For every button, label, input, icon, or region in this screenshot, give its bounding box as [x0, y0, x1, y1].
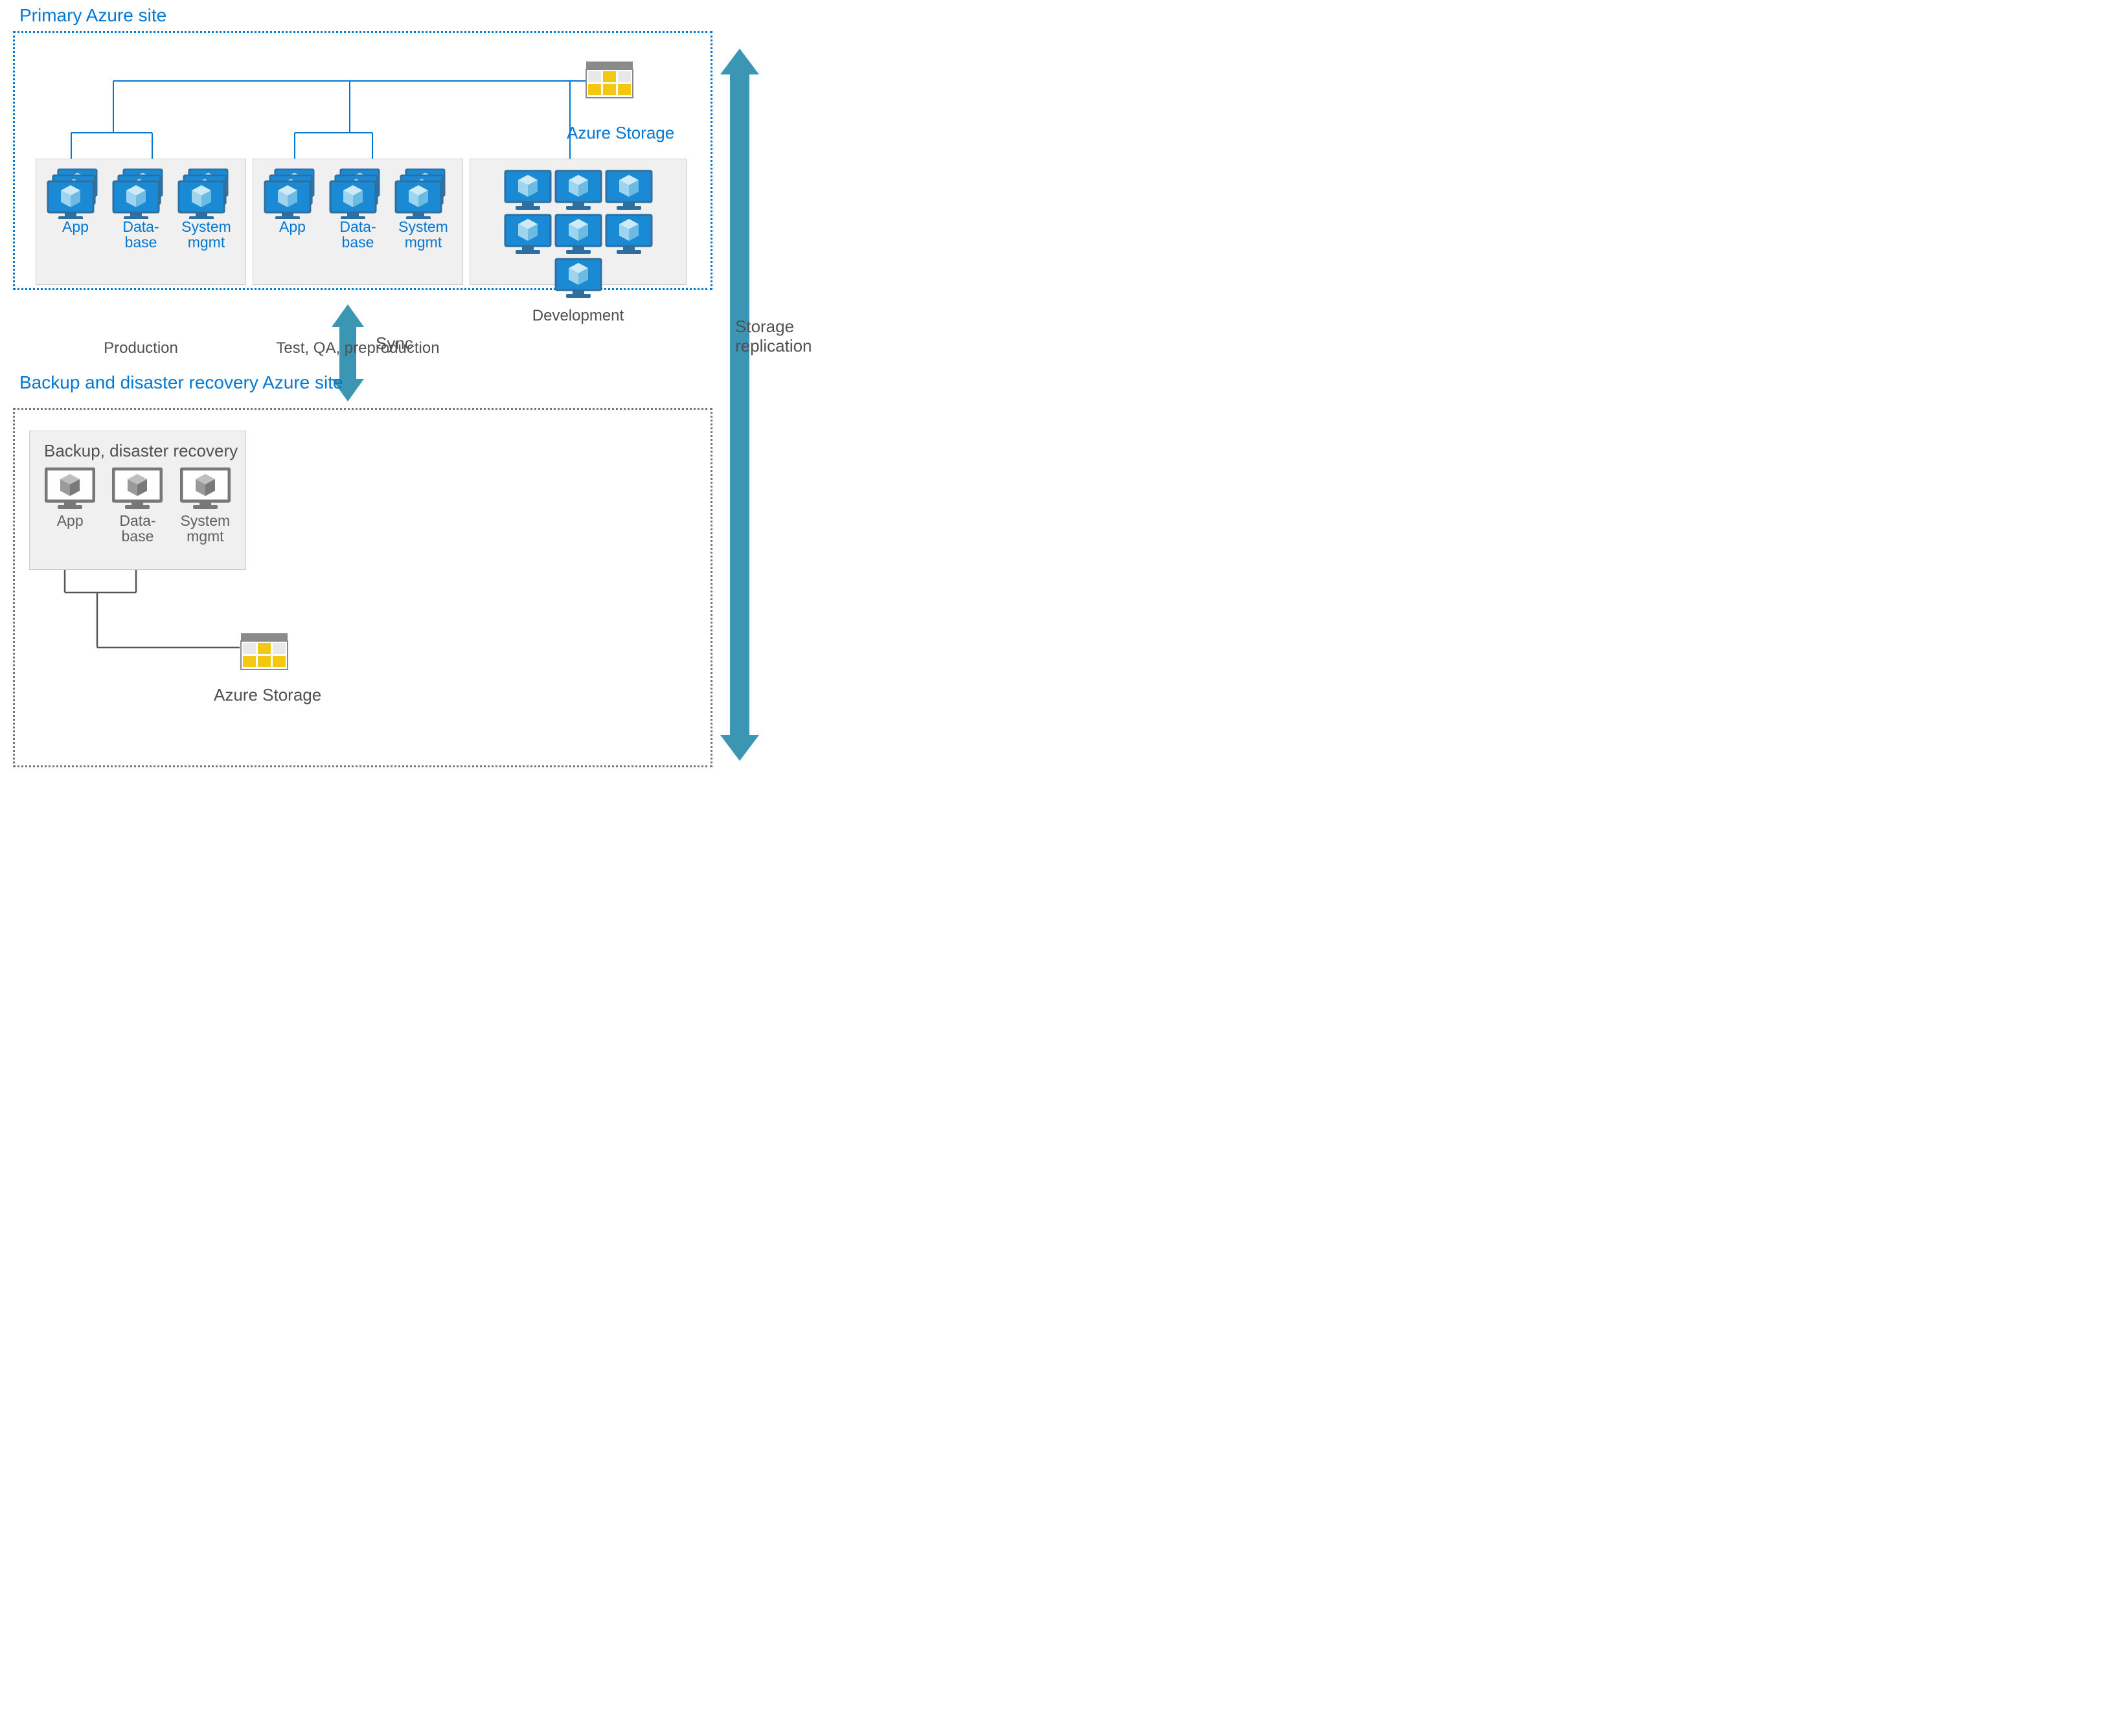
- vm-icon: [45, 468, 95, 510]
- backup-env-box: Backup, disaster recovery App Data- base…: [29, 431, 246, 570]
- vm-stack-icon: [112, 168, 170, 219]
- app-label: App: [260, 219, 325, 250]
- vm-icon: [112, 468, 163, 510]
- azure-storage-primary-label: Azure Storage: [567, 123, 674, 143]
- azure-storage-backup-icon: [241, 633, 288, 670]
- development-env-box: Development: [470, 159, 687, 285]
- backup-site-title: Backup and disaster recovery Azure site: [19, 372, 343, 393]
- vm-icon: [605, 214, 653, 254]
- system-mgmt-label: System mgmt: [174, 219, 239, 250]
- app-label: App: [43, 219, 108, 250]
- backup-connectors: [13, 570, 337, 667]
- app-label: App: [37, 513, 104, 544]
- vm-stack-icon: [329, 168, 387, 219]
- vm-icon: [554, 258, 602, 298]
- vm-stack-icon: [47, 168, 105, 219]
- system-mgmt-label: System mgmt: [391, 219, 456, 250]
- vm-icon: [554, 170, 602, 210]
- test-title: Test, QA, preproduction: [260, 339, 456, 357]
- vm-icon: [554, 214, 602, 254]
- database-label: Data- base: [326, 219, 391, 250]
- vm-stack-icon: [394, 168, 453, 219]
- production-env-box: App Data- base System mgmt Production: [36, 159, 246, 285]
- vm-icon: [180, 468, 231, 510]
- development-title: Development: [477, 307, 679, 325]
- production-title: Production: [43, 339, 239, 357]
- architecture-diagram: Storage replication Sync Primary Azure s…: [13, 13, 959, 796]
- database-label: Data- base: [109, 219, 174, 250]
- azure-storage-primary-icon: [586, 62, 633, 98]
- vm-icon: [504, 170, 552, 210]
- database-label: Data- base: [104, 513, 171, 544]
- system-mgmt-label: System mgmt: [172, 513, 238, 544]
- storage-replication-label: Storage replication: [735, 317, 812, 356]
- vm-icon: [605, 170, 653, 210]
- test-env-box: App Data- base System mgmt Test, QA, pre…: [253, 159, 463, 285]
- azure-storage-backup-label: Azure Storage: [214, 685, 321, 705]
- vm-icon: [504, 214, 552, 254]
- backup-env-title: Backup, disaster recovery: [44, 441, 239, 461]
- vm-stack-icon: [264, 168, 322, 219]
- vm-stack-icon: [177, 168, 236, 219]
- storage-replication-arrow: [720, 49, 759, 761]
